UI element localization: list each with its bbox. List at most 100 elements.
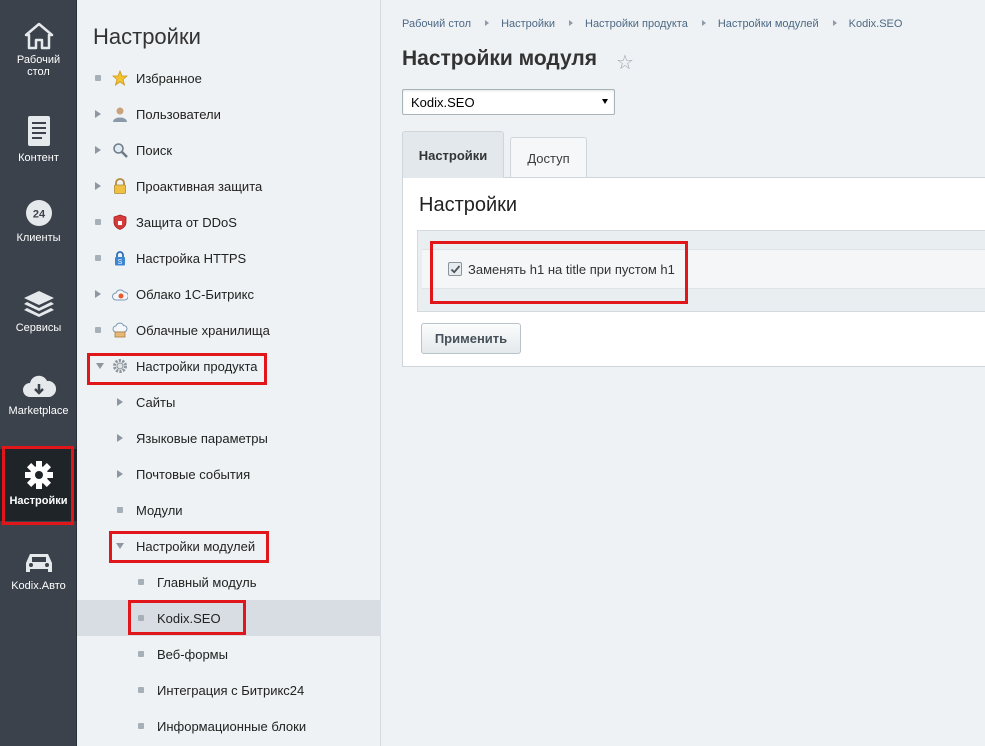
chevron-right-icon bbox=[485, 20, 490, 26]
menu-label: Облачные хранилища bbox=[136, 322, 270, 338]
nav-services[interactable]: Сервисы bbox=[0, 288, 77, 334]
menu-label: Защита от DDoS bbox=[136, 214, 237, 230]
user-icon bbox=[113, 107, 127, 122]
checkmark-icon bbox=[450, 265, 461, 274]
layers-icon bbox=[23, 291, 54, 317]
menu-item-proactive[interactable]: Проактивная защита bbox=[77, 168, 381, 204]
menu-item-mail-events[interactable]: Почтовые события bbox=[77, 456, 381, 492]
nav-settings[interactable]: Настройки bbox=[0, 449, 77, 521]
left-panel: Рабочий стол Контент 24 Клиенты Сервисы bbox=[0, 0, 77, 746]
menu-item-users[interactable]: Пользователи bbox=[77, 96, 381, 132]
gear-icon bbox=[24, 461, 53, 489]
gear-icon bbox=[113, 359, 127, 373]
nav-kodix-auto[interactable]: Kodix.Авто bbox=[0, 550, 77, 592]
breadcrumb: Рабочий стол Настройки Настройки продукта Н… bbox=[402, 18, 902, 30]
replace-h1-label: Заменять h1 на title при пустом h1 bbox=[468, 262, 675, 277]
nav-marketplace-label: Marketplace bbox=[8, 405, 69, 417]
menu-item-modules[interactable]: Модули bbox=[77, 492, 381, 528]
star-icon bbox=[112, 70, 128, 86]
main-content: Рабочий стол Настройки Настройки продукта Н… bbox=[382, 0, 985, 746]
nav-services-label: Сервисы bbox=[15, 322, 62, 334]
menu-label: Сайты bbox=[136, 394, 176, 410]
nav-desktop-label-2: стол bbox=[27, 66, 50, 78]
menu-item-cloud-bitrix[interactable]: Облако 1С-Битрикс bbox=[77, 276, 381, 312]
svg-text:24: 24 bbox=[32, 209, 45, 221]
menu-item-product-settings[interactable]: Настройки продукта bbox=[77, 348, 381, 384]
menu-label: Облако 1С-Битрикс bbox=[136, 286, 254, 302]
chevron-right-icon bbox=[832, 20, 837, 26]
option-row: Заменять h1 на title при пустом h1 bbox=[422, 249, 985, 289]
chevron-right-icon bbox=[701, 20, 706, 26]
menu-item-favorites[interactable]: Избранное bbox=[77, 60, 381, 96]
menu-label: Интеграция с Битрикс24 bbox=[157, 682, 305, 698]
menu-label: Главный модуль bbox=[157, 574, 257, 590]
cloud-icon bbox=[112, 289, 128, 301]
breadcrumb-link[interactable]: Настройки модулей bbox=[718, 18, 819, 30]
breadcrumb-link[interactable]: Настройки продукта bbox=[585, 18, 688, 30]
nav-settings-label: Настройки bbox=[9, 495, 68, 507]
menu-item-iblocks[interactable]: Информационные блоки bbox=[77, 708, 381, 744]
clients-24-icon: 24 bbox=[25, 200, 52, 226]
nav-desktop[interactable]: Рабочий стол bbox=[0, 22, 77, 78]
menu-item-search[interactable]: Поиск bbox=[77, 132, 381, 168]
chevron-right-icon bbox=[569, 20, 573, 26]
menu-label: Настройка HTTPS bbox=[136, 250, 247, 266]
module-select[interactable]: Kodix.SEO bbox=[402, 89, 615, 115]
menu-label: Поиск bbox=[136, 142, 173, 158]
shield-icon bbox=[113, 214, 127, 230]
options-box: Заменять h1 на title при пустом h1 bbox=[417, 230, 985, 312]
module-select-value: Kodix.SEO bbox=[411, 95, 475, 110]
favorite-star-icon[interactable]: ☆ bbox=[616, 50, 634, 75]
menu-label: Настройки продукта bbox=[136, 358, 258, 374]
nav-marketplace[interactable]: Marketplace bbox=[0, 373, 77, 417]
menu-item-bitrix24[interactable]: Интеграция с Битрикс24 bbox=[77, 672, 381, 708]
home-icon bbox=[24, 22, 53, 50]
menu-item-https[interactable]: S Настройка HTTPS bbox=[77, 240, 381, 276]
menu-label: Языковые параметры bbox=[136, 430, 268, 446]
nav-clients[interactable]: 24 Клиенты bbox=[0, 198, 77, 244]
panel-title: Настройки bbox=[419, 194, 518, 216]
breadcrumb-link[interactable]: Kodix.SEO bbox=[849, 18, 903, 30]
menu-title: Настройки bbox=[93, 24, 201, 49]
menu-item-main-module[interactable]: Главный модуль bbox=[77, 564, 381, 600]
settings-panel: Настройки Заменять h1 на title при пусто… bbox=[402, 177, 985, 367]
magnifier-icon bbox=[113, 143, 128, 158]
menu-label: Проактивная защита bbox=[136, 178, 263, 194]
menu-item-module-settings[interactable]: Настройки модулей bbox=[77, 528, 381, 564]
menu-item-sites[interactable]: Сайты bbox=[77, 384, 381, 420]
nav-clients-label: Клиенты bbox=[16, 232, 61, 244]
tab-settings[interactable]: Настройки bbox=[402, 131, 504, 178]
breadcrumb-link[interactable]: Рабочий стол bbox=[402, 18, 471, 30]
menu-label: Модули bbox=[136, 502, 183, 518]
menu-label: Информационные блоки bbox=[157, 718, 307, 734]
menu-item-cloud-storage[interactable]: Облачные хранилища bbox=[77, 312, 381, 348]
https-lock-icon: S bbox=[115, 251, 125, 266]
cloud-download-icon bbox=[22, 375, 56, 397]
menu-item-ddos[interactable]: Защита от DDoS bbox=[77, 204, 381, 240]
car-icon bbox=[25, 554, 52, 572]
menu-label: Почтовые события bbox=[136, 466, 251, 482]
document-icon bbox=[27, 116, 50, 146]
menu-label: Kodix.SEO bbox=[157, 610, 221, 626]
settings-menu: Настройки Избранное Пользователи Поиск П… bbox=[77, 0, 381, 746]
nav-desktop-label-1: Рабочий bbox=[16, 54, 61, 66]
nav-kodix-auto-label: Kodix.Авто bbox=[11, 580, 66, 592]
menu-label: Веб-формы bbox=[157, 646, 228, 662]
breadcrumb-link[interactable]: Настройки bbox=[501, 18, 555, 30]
menu-item-language[interactable]: Языковые параметры bbox=[77, 420, 381, 456]
apply-button[interactable]: Применить bbox=[421, 323, 521, 354]
page-title: Настройки модуля bbox=[402, 47, 598, 70]
menu-label: Настройки модулей bbox=[136, 538, 256, 554]
nav-content-label: Контент bbox=[18, 152, 59, 164]
lock-icon bbox=[114, 178, 126, 194]
menu-item-webforms[interactable]: Веб-формы bbox=[77, 636, 381, 672]
chevron-down-icon bbox=[602, 99, 608, 104]
replace-h1-checkbox[interactable] bbox=[448, 262, 462, 276]
menu-label: Пользователи bbox=[136, 106, 221, 122]
nav-content[interactable]: Контент bbox=[0, 114, 77, 164]
tab-access[interactable]: Доступ bbox=[510, 137, 587, 178]
svg-text:S: S bbox=[118, 259, 123, 266]
menu-label: Избранное bbox=[136, 70, 202, 86]
cloud-storage-icon bbox=[112, 322, 128, 338]
menu-item-kodix-seo[interactable]: Kodix.SEO bbox=[77, 600, 381, 636]
